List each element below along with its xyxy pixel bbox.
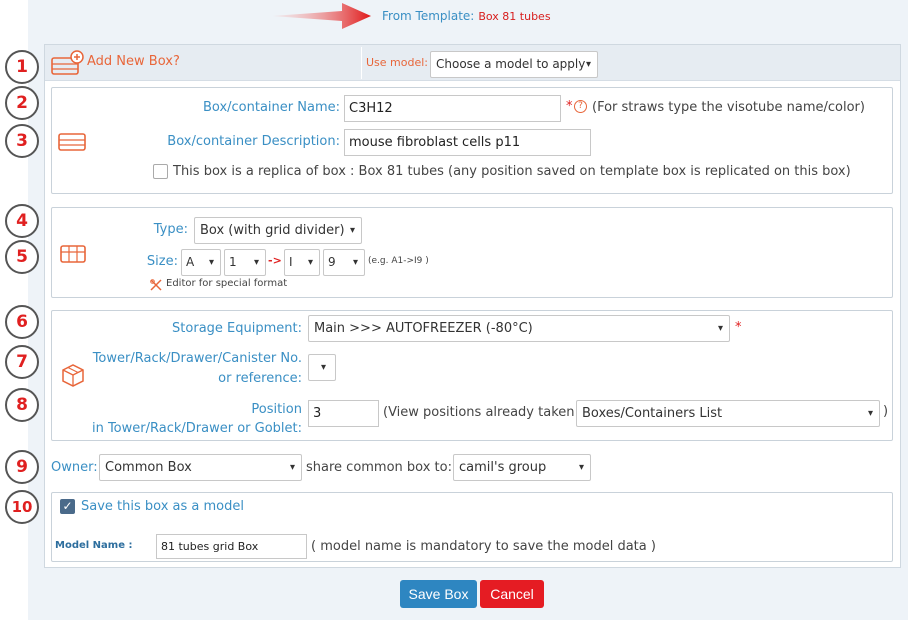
step-7: 7 bbox=[5, 345, 39, 379]
model-name-label: Model Name : bbox=[55, 540, 133, 551]
use-model-label: Use model: bbox=[366, 56, 429, 69]
box-name-input[interactable]: C3H12 bbox=[344, 95, 561, 122]
cancel-button[interactable]: Cancel bbox=[480, 580, 544, 608]
size-example: (e.g. A1->I9 ) bbox=[368, 256, 429, 266]
position-label-line1: Position bbox=[251, 402, 302, 417]
model-select-value: Choose a model to apply bbox=[436, 57, 586, 71]
size-to-row-value: I bbox=[289, 255, 293, 269]
grid-box-icon bbox=[60, 245, 86, 263]
replica-checkbox[interactable] bbox=[153, 164, 168, 179]
help-icon[interactable]: ? bbox=[574, 100, 587, 113]
tower-label-line2: or reference: bbox=[218, 371, 302, 386]
share-label: share common box to: bbox=[306, 460, 452, 475]
size-label: Size: bbox=[146, 254, 178, 269]
arrow-right-icon bbox=[272, 3, 371, 29]
size-arrow: -> bbox=[268, 254, 282, 267]
step-8: 8 bbox=[5, 388, 39, 422]
template-value: Box 81 tubes bbox=[478, 10, 551, 23]
required-star: * bbox=[735, 320, 742, 335]
position-input[interactable]: 3 bbox=[308, 400, 379, 427]
view-positions-text: (View positions already taken: bbox=[383, 405, 579, 420]
chevron-down-icon: ▾ bbox=[717, 323, 723, 334]
size-from-row-value: A bbox=[186, 255, 195, 269]
share-group-select[interactable]: camil's group ▾ bbox=[453, 454, 591, 481]
step-4: 4 bbox=[5, 204, 39, 238]
chevron-down-icon: ▾ bbox=[585, 59, 591, 70]
storage-equipment-select[interactable]: Main >>> AUTOFREEZER (-80°C) ▾ bbox=[308, 315, 730, 342]
step-6: 6 bbox=[5, 305, 39, 339]
tower-select[interactable]: ▾ bbox=[308, 354, 336, 381]
box-name-hint: (For straws type the visotube name/color… bbox=[592, 100, 865, 115]
size-to-row-select[interactable]: I ▾ bbox=[284, 249, 320, 276]
step-5: 5 bbox=[5, 240, 39, 274]
size-from-col-select[interactable]: 1 ▾ bbox=[224, 249, 266, 276]
size-from-col-value: 1 bbox=[229, 255, 237, 269]
model-select[interactable]: Choose a model to apply ▾ bbox=[430, 51, 598, 78]
type-select[interactable]: Box (with grid divider) ▾ bbox=[194, 217, 362, 244]
step-3: 3 bbox=[5, 124, 39, 158]
model-name-input[interactable]: 81 tubes grid Box bbox=[156, 534, 307, 559]
box-name-label: Box/container Name: bbox=[202, 100, 340, 115]
chevron-down-icon: ▾ bbox=[578, 462, 584, 473]
owner-select-value: Common Box bbox=[105, 460, 192, 475]
chevron-down-icon: ▾ bbox=[253, 257, 259, 268]
save-as-model-label: Save this box as a model bbox=[81, 499, 244, 514]
storage-equipment-value: Main >>> AUTOFREEZER (-80°C) bbox=[314, 321, 533, 336]
step-10: 10 bbox=[5, 490, 39, 524]
add-box-icon bbox=[51, 50, 84, 75]
size-to-col-value: 9 bbox=[328, 255, 336, 269]
template-info: From Template: Box 81 tubes bbox=[382, 9, 551, 23]
owner-select[interactable]: Common Box ▾ bbox=[99, 454, 302, 481]
required-star: * bbox=[566, 99, 573, 114]
replica-text: This box is a replica of box : Box 81 tu… bbox=[173, 164, 851, 179]
editor-special-format-link[interactable]: Editor for special format bbox=[166, 278, 287, 289]
chevron-down-icon: ▾ bbox=[352, 257, 358, 268]
positions-list-select[interactable]: Boxes/Containers List ▾ bbox=[576, 400, 880, 427]
chevron-down-icon: ▾ bbox=[320, 362, 326, 373]
step-9: 9 bbox=[5, 450, 39, 484]
header-separator bbox=[361, 47, 362, 79]
checkmark-icon: ✓ bbox=[62, 499, 73, 513]
box-description-label: Box/container Description: bbox=[167, 134, 340, 149]
box-description-input[interactable]: mouse fibroblast cells p11 bbox=[344, 129, 591, 156]
share-group-value: camil's group bbox=[459, 460, 547, 475]
chevron-down-icon: ▾ bbox=[349, 225, 355, 236]
add-new-box-title: Add New Box? bbox=[87, 54, 180, 69]
chevron-down-icon: ▾ bbox=[867, 408, 873, 419]
model-name-hint: ( model name is mandatory to save the mo… bbox=[311, 539, 656, 554]
template-label: From Template: bbox=[382, 9, 475, 23]
chevron-down-icon: ▾ bbox=[208, 257, 214, 268]
step-2: 2 bbox=[5, 86, 39, 120]
tower-label-line1: Tower/Rack/Drawer/Canister No. bbox=[92, 351, 302, 366]
chevron-down-icon: ▾ bbox=[307, 257, 313, 268]
tools-icon bbox=[150, 279, 162, 291]
save-box-button[interactable]: Save Box bbox=[400, 580, 477, 608]
storage-equipment-label: Storage Equipment: bbox=[172, 321, 302, 336]
owner-label: Owner: bbox=[51, 460, 98, 475]
positions-list-value: Boxes/Containers List bbox=[582, 406, 723, 421]
size-to-col-select[interactable]: 9 ▾ bbox=[323, 249, 365, 276]
type-select-value: Box (with grid divider) bbox=[200, 223, 345, 238]
type-label: Type: bbox=[153, 222, 188, 237]
close-paren: ) bbox=[883, 404, 889, 419]
save-as-model-checkbox[interactable]: ✓ bbox=[60, 499, 75, 514]
position-label-line2: in Tower/Rack/Drawer or Goblet: bbox=[91, 421, 302, 436]
box-icon bbox=[58, 133, 86, 151]
chevron-down-icon: ▾ bbox=[289, 462, 295, 473]
size-from-row-select[interactable]: A ▾ bbox=[181, 249, 221, 276]
step-1: 1 bbox=[5, 50, 39, 84]
